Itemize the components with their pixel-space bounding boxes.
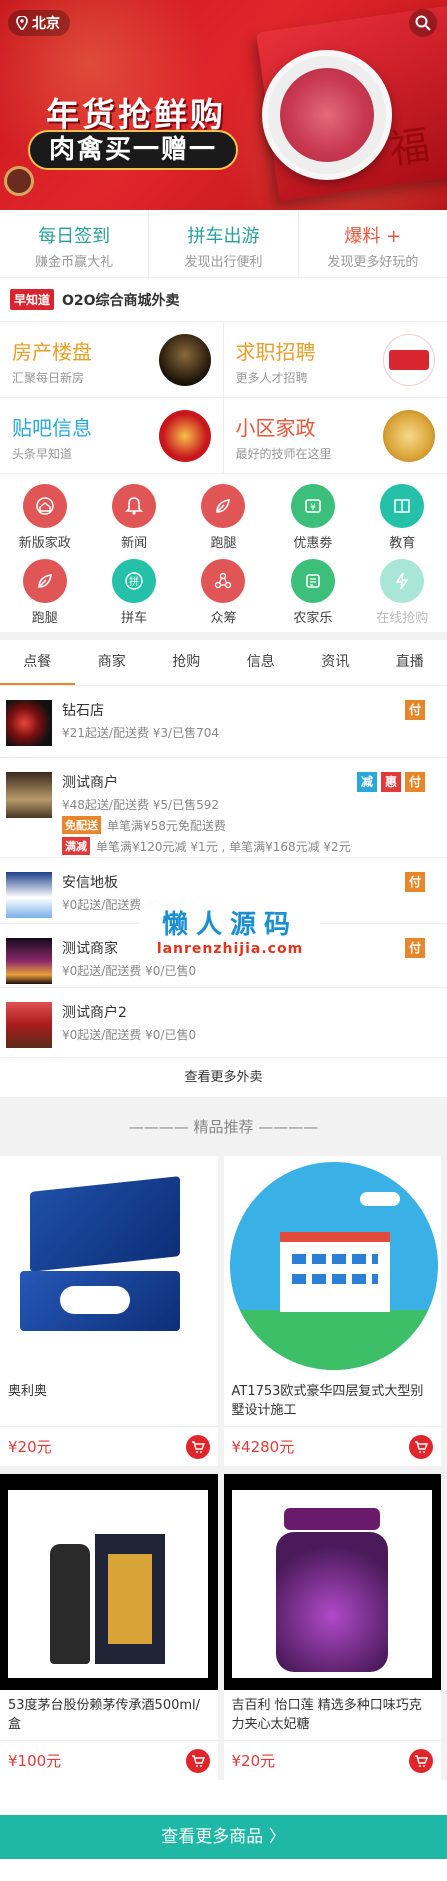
city-name: 北京 [32, 16, 60, 32]
content-tabs: 点餐 商家 抢购 信息 资讯 直播 [0, 640, 447, 686]
search-icon [415, 15, 431, 31]
free-delivery-tag: 免配送 [62, 816, 101, 834]
quick-link-carpool[interactable]: 拼车出游 发现出行便利 [149, 210, 299, 277]
category-icons: 新版家政 新闻 跑腿 ¥ 优惠劵 教育 跑腿 拼 拼车 众筹 农家乐 在线抢购 [0, 474, 447, 640]
product-image-liquor [0, 1474, 218, 1690]
tab-order[interactable]: 点餐 [0, 640, 75, 685]
leaf-icon [201, 484, 246, 528]
home-icon [22, 484, 67, 528]
tab-info[interactable]: 信息 [224, 640, 299, 685]
info-cell-property[interactable]: 房产楼盘 汇聚每日新房 [0, 322, 224, 398]
tab-news[interactable]: 资讯 [298, 640, 373, 685]
cart-icon[interactable] [185, 1434, 210, 1459]
product-card[interactable]: 53度茅台股份赖茅传承酒500ml/盒 ¥100元 [0, 1474, 218, 1780]
shop-thumbnail [6, 772, 52, 818]
product-card[interactable]: AT1753欧式豪华四层复式大型别墅设计施工 ¥4280元 [223, 1156, 442, 1466]
meat-plate-image [262, 50, 392, 180]
product-price: ¥100元 [8, 1752, 62, 1770]
tab-live[interactable]: 直播 [373, 640, 447, 685]
farm-icon [290, 559, 335, 603]
category-coupon[interactable]: ¥ 优惠劵 [268, 484, 357, 551]
category-new-housekeeping[interactable]: 新版家政 [0, 484, 89, 551]
jobs-thumbnail [383, 334, 435, 386]
discount-tag: 满减 [62, 837, 90, 855]
book-icon [380, 484, 425, 528]
promo-banner[interactable]: 福 年货抢鲜购 肉禽买一赠一 北京 [0, 0, 447, 210]
product-price: ¥20元 [8, 1438, 52, 1456]
pay-badge: 付 [405, 938, 425, 958]
leaf-icon [22, 559, 67, 603]
flash-icon [380, 559, 425, 603]
shop-thumbnail [6, 1002, 52, 1048]
news-ticker[interactable]: 早知道 O2O综合商城外卖 [0, 278, 447, 322]
property-thumbnail [158, 334, 211, 386]
shop-thumbnail [6, 872, 52, 918]
category-news[interactable]: 新闻 [89, 484, 178, 551]
coupon-icon: ¥ [290, 484, 335, 528]
product-image-oreo [0, 1156, 218, 1376]
pay-badge: 付 [405, 772, 425, 792]
quick-link-checkin[interactable]: 每日签到 赚金币赢大礼 [0, 210, 150, 277]
housekeeping-thumbnail [383, 410, 435, 462]
shop-item[interactable]: 测试商户2 ¥0起送/配送费 ¥0/已售0 [0, 988, 447, 1058]
tab-merchants[interactable]: 商家 [75, 640, 150, 685]
bell-icon [112, 484, 157, 528]
svg-text:拼: 拼 [129, 575, 139, 588]
page: 福 年货抢鲜购 肉禽买一赠一 北京 每日签到 赚金币赢大礼 拼车出游 发现出行便… [0, 0, 447, 1881]
shop-thumbnail [6, 938, 52, 984]
quick-link-report[interactable]: 爆料 + 发现更多好玩的 [299, 210, 447, 277]
svg-text:¥: ¥ [310, 503, 316, 513]
goods-grid: 奥利奥 ¥20元 AT1753欧式豪华四层复式大型别墅设计施工 ¥4280元 [0, 1156, 447, 1466]
category-errand[interactable]: 跑腿 [179, 484, 268, 551]
discount-badge: 减 [357, 772, 377, 792]
cart-icon[interactable] [409, 1748, 433, 1773]
category-crowdfund[interactable]: 众筹 [179, 559, 268, 626]
shop-item[interactable]: 钻石店 ¥21起送/配送费 ¥3/已售704 付 [0, 686, 447, 758]
product-image-candy [223, 1474, 441, 1690]
cart-icon[interactable] [409, 1434, 433, 1459]
more-takeout-link[interactable]: 查看更多外卖 [0, 1058, 447, 1098]
promo-title: 年货抢鲜购 [46, 95, 226, 134]
category-education[interactable]: 教育 [358, 484, 447, 551]
more-goods-button[interactable]: 查看更多商品 〉 [0, 1815, 447, 1859]
info-grid: 房产楼盘 汇聚每日新房 求职招聘 更多人才招聘 贴吧信息 头条早知道 小区家政 … [0, 322, 447, 474]
crowdfund-icon [201, 559, 246, 603]
category-carpool[interactable]: 拼 拼车 [89, 559, 178, 626]
info-cell-housekeeping[interactable]: 小区家政 最好的技师在这里 [223, 398, 447, 474]
forum-thumbnail [158, 410, 211, 462]
category-flash-sale[interactable]: 在线抢购 [358, 559, 447, 626]
search-button[interactable] [409, 9, 437, 37]
product-image-villa [224, 1156, 442, 1376]
shop-thumbnail [6, 700, 52, 746]
bowl-image [4, 166, 34, 196]
product-card[interactable]: 吉百利 怡口莲 精选多种口味巧克力夹心太妃糖 ¥20元 [223, 1474, 441, 1780]
offer-badge: 惠 [381, 772, 401, 792]
recommended-heading: ———— 精品推荐 ———— [0, 1098, 447, 1156]
fu-character: 福 [386, 122, 433, 174]
info-cell-forum[interactable]: 贴吧信息 头条早知道 [0, 398, 224, 474]
watermark: 懒人源码 lanrenzhijia.com [140, 898, 320, 962]
product-price: ¥20元 [231, 1752, 276, 1770]
news-badge: 早知道 [10, 289, 55, 310]
category-errand-2[interactable]: 跑腿 [0, 559, 89, 626]
tab-flash-sale[interactable]: 抢购 [149, 640, 224, 685]
cart-icon[interactable] [185, 1748, 210, 1773]
location-pin-icon [16, 16, 28, 30]
quick-links: 每日签到 赚金币赢大礼 拼车出游 发现出行便利 爆料 + 发现更多好玩的 [0, 210, 447, 278]
info-cell-jobs[interactable]: 求职招聘 更多人才招聘 [223, 322, 447, 398]
city-selector[interactable]: 北京 [8, 10, 70, 36]
news-text: O2O综合商城外卖 [62, 292, 180, 309]
product-price: ¥4280元 [231, 1438, 295, 1456]
shop-item[interactable]: 测试商户 ¥48起送/配送费 ¥5/已售592 免配送 单笔满¥58元免配送费 满… [0, 758, 447, 858]
shop-list: 钻石店 ¥21起送/配送费 ¥3/已售704 付 测试商户 ¥48起送/配送费 … [0, 686, 447, 1098]
category-farmstay[interactable]: 农家乐 [268, 559, 357, 626]
carpool-icon: 拼 [112, 559, 157, 603]
pay-badge: 付 [405, 872, 425, 892]
promo-subtitle: 肉禽买一赠一 [28, 130, 238, 170]
goods-grid: 53度茅台股份赖茅传承酒500ml/盒 ¥100元 吉百利 怡口莲 精选多种口味… [0, 1474, 447, 1780]
product-card[interactable]: 奥利奥 ¥20元 [0, 1156, 218, 1466]
pay-badge: 付 [405, 700, 425, 720]
